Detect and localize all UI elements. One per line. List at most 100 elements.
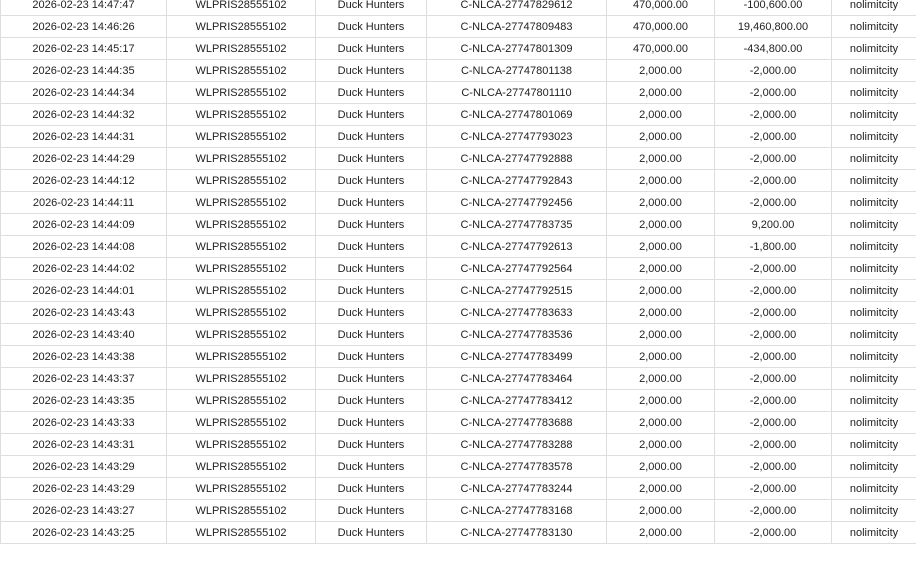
cell-datetime: 2026-02-23 14:44:01 bbox=[0, 279, 167, 302]
cell-round-id: C-NLCA-27747783464 bbox=[426, 367, 607, 390]
cell-provider: nolimitcity bbox=[831, 15, 916, 38]
cell-player-id: WLPRIS28555102 bbox=[166, 103, 316, 126]
cell-datetime: 2026-02-23 14:43:38 bbox=[0, 345, 167, 368]
cell-datetime: 2026-02-23 14:43:31 bbox=[0, 433, 167, 456]
cell-win-loss: -2,000.00 bbox=[714, 521, 832, 544]
cell-win-loss: -2,000.00 bbox=[714, 411, 832, 434]
table-row: 2026-02-23 14:45:17 WLPRIS28555102 Duck Hu… bbox=[0, 37, 916, 60]
cell-provider: nolimitcity bbox=[831, 37, 916, 60]
table-row: 2026-02-23 14:44:11 WLPRIS28555102 Duck Hu… bbox=[0, 191, 916, 214]
cell-round-id: C-NLCA-27747801309 bbox=[426, 37, 607, 60]
cell-bet-amount: 2,000.00 bbox=[606, 257, 715, 280]
cell-datetime: 2026-02-23 14:44:32 bbox=[0, 103, 167, 126]
transactions-table: 2026-02-23 14:47:47 WLPRIS28555102 Duck Hu… bbox=[0, 0, 916, 544]
cell-player-id: WLPRIS28555102 bbox=[166, 367, 316, 390]
cell-player-id: WLPRIS28555102 bbox=[166, 323, 316, 346]
cell-player-id: WLPRIS28555102 bbox=[166, 389, 316, 412]
cell-game-name: Duck Hunters bbox=[315, 37, 427, 60]
cell-player-id: WLPRIS28555102 bbox=[166, 455, 316, 478]
cell-player-id: WLPRIS28555102 bbox=[166, 235, 316, 258]
cell-round-id: C-NLCA-27747792456 bbox=[426, 191, 607, 214]
cell-player-id: WLPRIS28555102 bbox=[166, 213, 316, 236]
cell-round-id: C-NLCA-27747783288 bbox=[426, 433, 607, 456]
cell-win-loss: -2,000.00 bbox=[714, 81, 832, 104]
cell-game-name: Duck Hunters bbox=[315, 59, 427, 82]
cell-round-id: C-NLCA-27747792515 bbox=[426, 279, 607, 302]
table-row: 2026-02-23 14:44:31 WLPRIS28555102 Duck Hu… bbox=[0, 125, 916, 148]
cell-provider: nolimitcity bbox=[831, 147, 916, 170]
cell-provider: nolimitcity bbox=[831, 411, 916, 434]
cell-win-loss: -2,000.00 bbox=[714, 389, 832, 412]
cell-round-id: C-NLCA-27747809483 bbox=[426, 15, 607, 38]
cell-win-loss: -2,000.00 bbox=[714, 191, 832, 214]
cell-provider: nolimitcity bbox=[831, 81, 916, 104]
cell-win-loss: -2,000.00 bbox=[714, 477, 832, 500]
cell-provider: nolimitcity bbox=[831, 345, 916, 368]
cell-round-id: C-NLCA-27747783412 bbox=[426, 389, 607, 412]
cell-datetime: 2026-02-23 14:44:09 bbox=[0, 213, 167, 236]
cell-win-loss: -2,000.00 bbox=[714, 103, 832, 126]
cell-bet-amount: 2,000.00 bbox=[606, 499, 715, 522]
cell-round-id: C-NLCA-27747783633 bbox=[426, 301, 607, 324]
cell-datetime: 2026-02-23 14:44:11 bbox=[0, 191, 167, 214]
cell-win-loss: -2,000.00 bbox=[714, 257, 832, 280]
transactions-table-container: 2026-02-23 14:47:47 WLPRIS28555102 Duck Hu… bbox=[0, 0, 916, 544]
cell-provider: nolimitcity bbox=[831, 103, 916, 126]
cell-bet-amount: 2,000.00 bbox=[606, 521, 715, 544]
cell-bet-amount: 2,000.00 bbox=[606, 301, 715, 324]
cell-game-name: Duck Hunters bbox=[315, 81, 427, 104]
cell-datetime: 2026-02-23 14:43:43 bbox=[0, 301, 167, 324]
cell-game-name: Duck Hunters bbox=[315, 389, 427, 412]
cell-bet-amount: 470,000.00 bbox=[606, 15, 715, 38]
cell-win-loss: -2,000.00 bbox=[714, 59, 832, 82]
cell-datetime: 2026-02-23 14:43:29 bbox=[0, 477, 167, 500]
cell-bet-amount: 2,000.00 bbox=[606, 279, 715, 302]
cell-game-name: Duck Hunters bbox=[315, 257, 427, 280]
cell-round-id: C-NLCA-27747783735 bbox=[426, 213, 607, 236]
cell-provider: nolimitcity bbox=[831, 235, 916, 258]
cell-provider: nolimitcity bbox=[831, 301, 916, 324]
cell-win-loss: -2,000.00 bbox=[714, 499, 832, 522]
cell-player-id: WLPRIS28555102 bbox=[166, 279, 316, 302]
table-row: 2026-02-23 14:43:37 WLPRIS28555102 Duck Hu… bbox=[0, 367, 916, 390]
cell-game-name: Duck Hunters bbox=[315, 191, 427, 214]
cell-player-id: WLPRIS28555102 bbox=[166, 15, 316, 38]
cell-bet-amount: 2,000.00 bbox=[606, 147, 715, 170]
cell-player-id: WLPRIS28555102 bbox=[166, 81, 316, 104]
cell-player-id: WLPRIS28555102 bbox=[166, 477, 316, 500]
cell-provider: nolimitcity bbox=[831, 59, 916, 82]
cell-provider: nolimitcity bbox=[831, 191, 916, 214]
cell-game-name: Duck Hunters bbox=[315, 411, 427, 434]
cell-player-id: WLPRIS28555102 bbox=[166, 37, 316, 60]
cell-game-name: Duck Hunters bbox=[315, 147, 427, 170]
cell-win-loss: -2,000.00 bbox=[714, 345, 832, 368]
cell-round-id: C-NLCA-27747792613 bbox=[426, 235, 607, 258]
cell-bet-amount: 2,000.00 bbox=[606, 323, 715, 346]
cell-bet-amount: 2,000.00 bbox=[606, 455, 715, 478]
cell-game-name: Duck Hunters bbox=[315, 323, 427, 346]
cell-round-id: C-NLCA-27747783244 bbox=[426, 477, 607, 500]
cell-provider: nolimitcity bbox=[831, 125, 916, 148]
cell-player-id: WLPRIS28555102 bbox=[166, 147, 316, 170]
cell-player-id: WLPRIS28555102 bbox=[166, 0, 316, 16]
cell-datetime: 2026-02-23 14:44:34 bbox=[0, 81, 167, 104]
cell-bet-amount: 2,000.00 bbox=[606, 235, 715, 258]
cell-datetime: 2026-02-23 14:43:37 bbox=[0, 367, 167, 390]
table-row: 2026-02-23 14:43:27 WLPRIS28555102 Duck Hu… bbox=[0, 499, 916, 522]
cell-datetime: 2026-02-23 14:46:26 bbox=[0, 15, 167, 38]
cell-round-id: C-NLCA-27747792843 bbox=[426, 169, 607, 192]
cell-datetime: 2026-02-23 14:43:29 bbox=[0, 455, 167, 478]
cell-provider: nolimitcity bbox=[831, 367, 916, 390]
cell-player-id: WLPRIS28555102 bbox=[166, 191, 316, 214]
cell-bet-amount: 2,000.00 bbox=[606, 125, 715, 148]
table-row: 2026-02-23 14:47:47 WLPRIS28555102 Duck Hu… bbox=[0, 0, 916, 16]
cell-win-loss: -2,000.00 bbox=[714, 367, 832, 390]
cell-game-name: Duck Hunters bbox=[315, 125, 427, 148]
cell-bet-amount: 2,000.00 bbox=[606, 103, 715, 126]
cell-game-name: Duck Hunters bbox=[315, 499, 427, 522]
cell-win-loss: -434,800.00 bbox=[714, 37, 832, 60]
cell-game-name: Duck Hunters bbox=[315, 15, 427, 38]
cell-win-loss: -2,000.00 bbox=[714, 169, 832, 192]
table-row: 2026-02-23 14:43:29 WLPRIS28555102 Duck Hu… bbox=[0, 455, 916, 478]
table-row: 2026-02-23 14:44:35 WLPRIS28555102 Duck Hu… bbox=[0, 59, 916, 82]
